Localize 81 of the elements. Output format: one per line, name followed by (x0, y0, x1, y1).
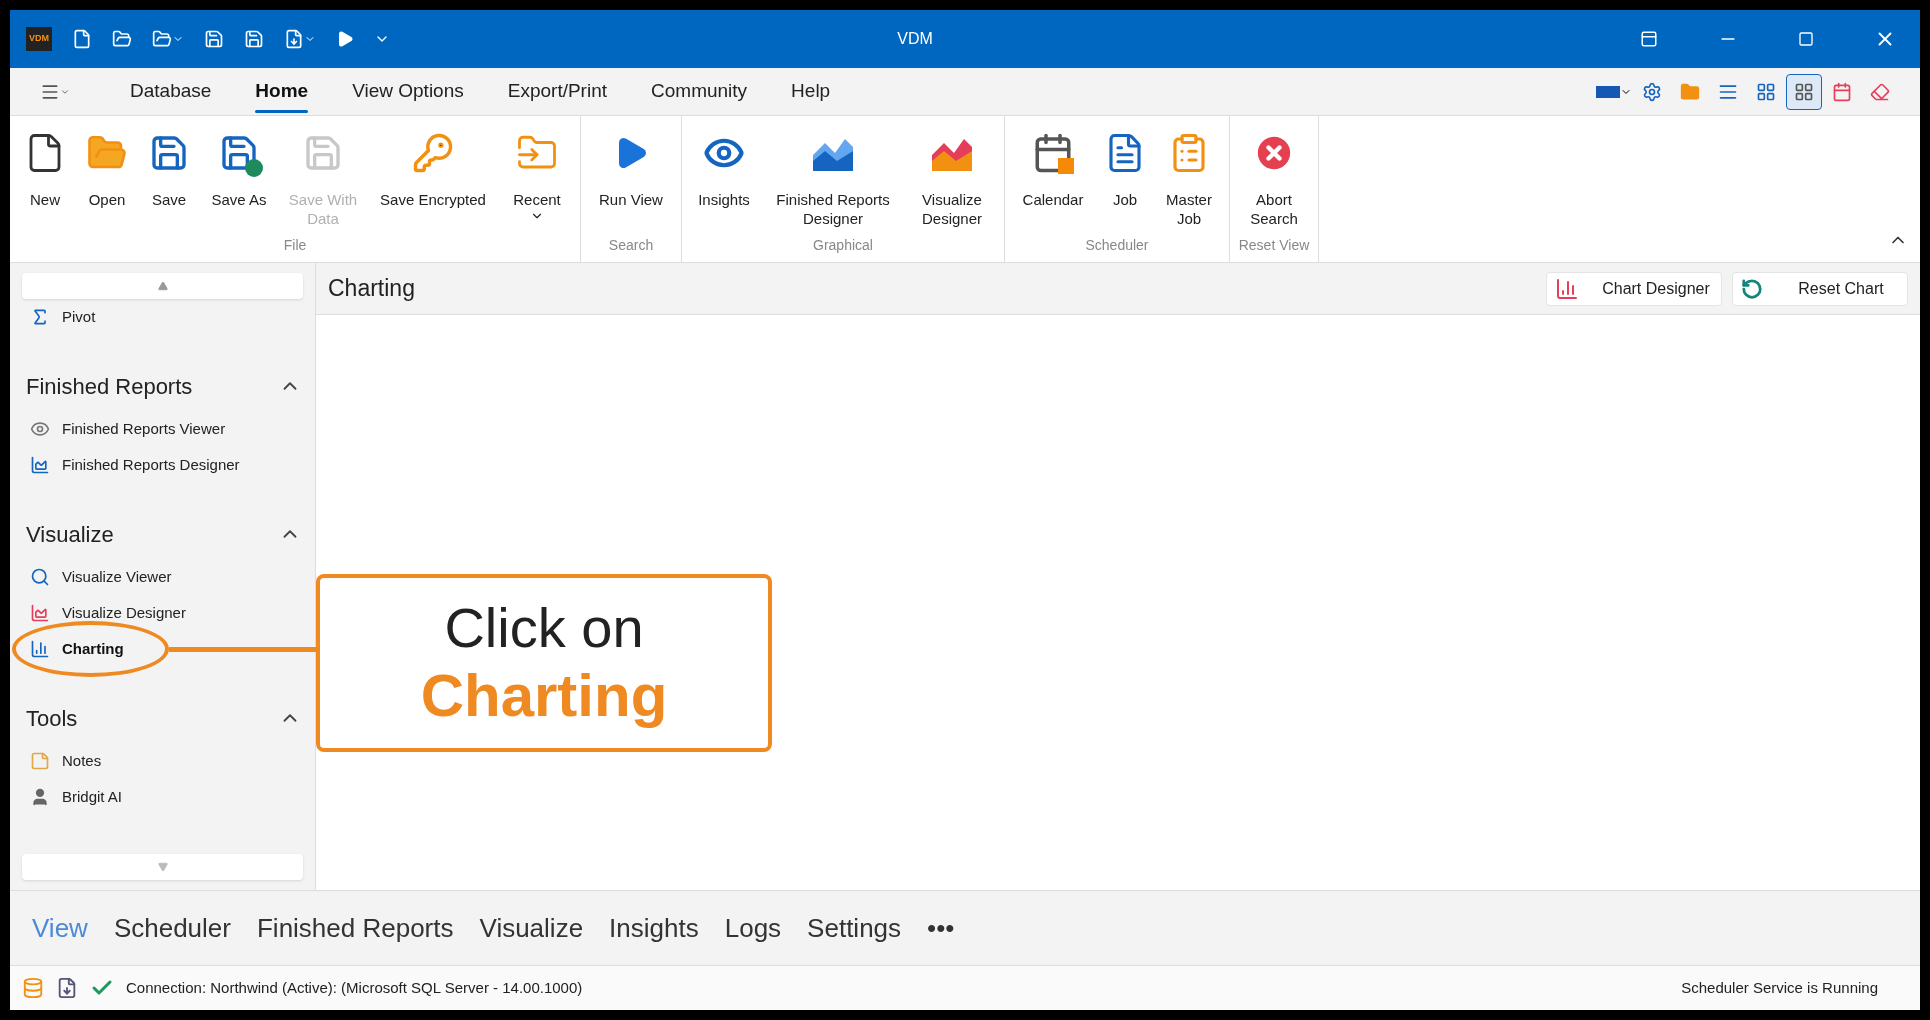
section-header: Tools (26, 704, 78, 733)
ribbon-button[interactable]: Save (142, 130, 196, 235)
sidebar-item[interactable]: Notes (62, 749, 102, 773)
area-chart-icon (30, 455, 50, 475)
ribbon-tab[interactable]: Database (110, 68, 232, 115)
service-status: Scheduler Service is Running (1681, 977, 1878, 998)
navigation-tab[interactable]: Insights (609, 908, 699, 948)
save-icon (149, 133, 189, 173)
ribbon-button[interactable]: Run View (589, 130, 673, 235)
panel-title: Charting (328, 274, 416, 304)
ribbon-button[interactable]: Save Encrypted (370, 130, 496, 235)
navigation-tab[interactable]: Visualize (479, 908, 584, 948)
settings-icon (1642, 81, 1662, 102)
ribbon-button[interactable]: Finished Reports Designer (764, 130, 902, 235)
navigation-tab[interactable]: Finished Reports (256, 908, 454, 948)
save-as-icon[interactable] (244, 29, 264, 49)
reset-icon (1741, 277, 1763, 300)
ribbon-button[interactable]: Job (1099, 130, 1151, 235)
bar-chart-icon (1555, 276, 1579, 301)
sidebar-item[interactable]: Bridgit AI (62, 785, 123, 809)
ribbon-button[interactable]: New (18, 130, 72, 235)
ribbon-tab[interactable]: Help (771, 68, 851, 115)
ribbon-tab[interactable]: Community (631, 68, 768, 115)
person-icon (30, 787, 50, 807)
grid-icon (1756, 81, 1776, 102)
sidebar-item[interactable]: Finished Reports Viewer (62, 417, 226, 441)
app-logo: VDM (26, 27, 52, 51)
color-scheme-icon (1596, 85, 1632, 98)
ribbon-group-label: File (282, 236, 308, 255)
ribbon-button[interactable]: Open (78, 130, 136, 235)
navigation-tab[interactable]: Logs (724, 908, 782, 948)
callout-highlight: Charting (420, 661, 668, 731)
calendar-icon (1032, 132, 1074, 174)
ribbon-group-label: Search (607, 236, 655, 255)
export-dropdown-icon[interactable] (284, 29, 316, 49)
ribbon-button[interactable]: Recent (502, 130, 572, 235)
sticky-note-icon (30, 751, 50, 771)
ribbon-group-label: Scheduler (1084, 236, 1150, 255)
sidebar-item[interactable]: Charting (62, 637, 124, 661)
sidebar-item[interactable]: Pivot (62, 305, 96, 329)
ribbon-button[interactable]: Abort Search (1238, 130, 1310, 235)
ribbon-button[interactable]: Save As (202, 130, 276, 235)
ribbon-tab[interactable]: Home (235, 68, 329, 115)
folder-dropdown-icon[interactable] (152, 29, 184, 49)
eraser-icon (1870, 81, 1890, 102)
ribbon-group-label: Graphical (812, 236, 874, 255)
folder-icon (1680, 81, 1700, 102)
save-icon[interactable] (204, 29, 224, 49)
ribbon-button[interactable]: Insights (690, 130, 758, 235)
grid-icon (1794, 81, 1814, 102)
calendar-icon (1832, 81, 1852, 102)
reset-chart-button[interactable]: Reset Chart (1732, 271, 1908, 306)
ribbon-button[interactable]: Visualize Designer (908, 130, 996, 235)
sidebar-item[interactable]: Finished Reports Designer (62, 453, 240, 477)
folder-icon[interactable] (112, 29, 132, 49)
down-arrow-icon (157, 862, 168, 872)
callout-text: Click on (444, 595, 644, 661)
ribbon-button[interactable]: Calendar (1013, 130, 1093, 235)
grid-button[interactable] (1786, 73, 1822, 110)
maximize-icon[interactable] (1798, 31, 1814, 47)
ribbon-group-label: Reset View (1238, 236, 1310, 255)
connection-status: Connection: Northwind (Active): (Microsoft SQL Server - 14.00.1000) (126, 977, 584, 998)
bar-chart-icon (30, 639, 50, 659)
ribbon-tab[interactable]: Export/Print (487, 68, 627, 115)
sidebar-item[interactable]: Visualize Viewer (62, 565, 172, 589)
navigation-tab[interactable]: ••• (927, 908, 955, 948)
save-icon (303, 133, 343, 173)
section-header: Finished Reports (26, 372, 193, 401)
navigation-tab[interactable]: Settings (807, 908, 902, 948)
restore-ribbon-icon[interactable] (1640, 30, 1658, 48)
sidebar-item[interactable]: Visualize Designer (62, 601, 186, 625)
ribbon-button[interactable]: Master Job (1157, 130, 1221, 235)
navigation-tab[interactable]: Scheduler (113, 908, 231, 948)
play-icon[interactable] (336, 30, 354, 48)
section-header: Visualize (26, 520, 114, 549)
chart-designer-button[interactable]: Chart Designer (1546, 271, 1722, 306)
up-arrow-icon (157, 281, 168, 291)
window-title: VDM (896, 29, 934, 49)
ribbon-tab[interactable]: View Options (332, 68, 484, 115)
eye-icon (30, 419, 50, 439)
new-file-icon[interactable] (72, 29, 92, 49)
